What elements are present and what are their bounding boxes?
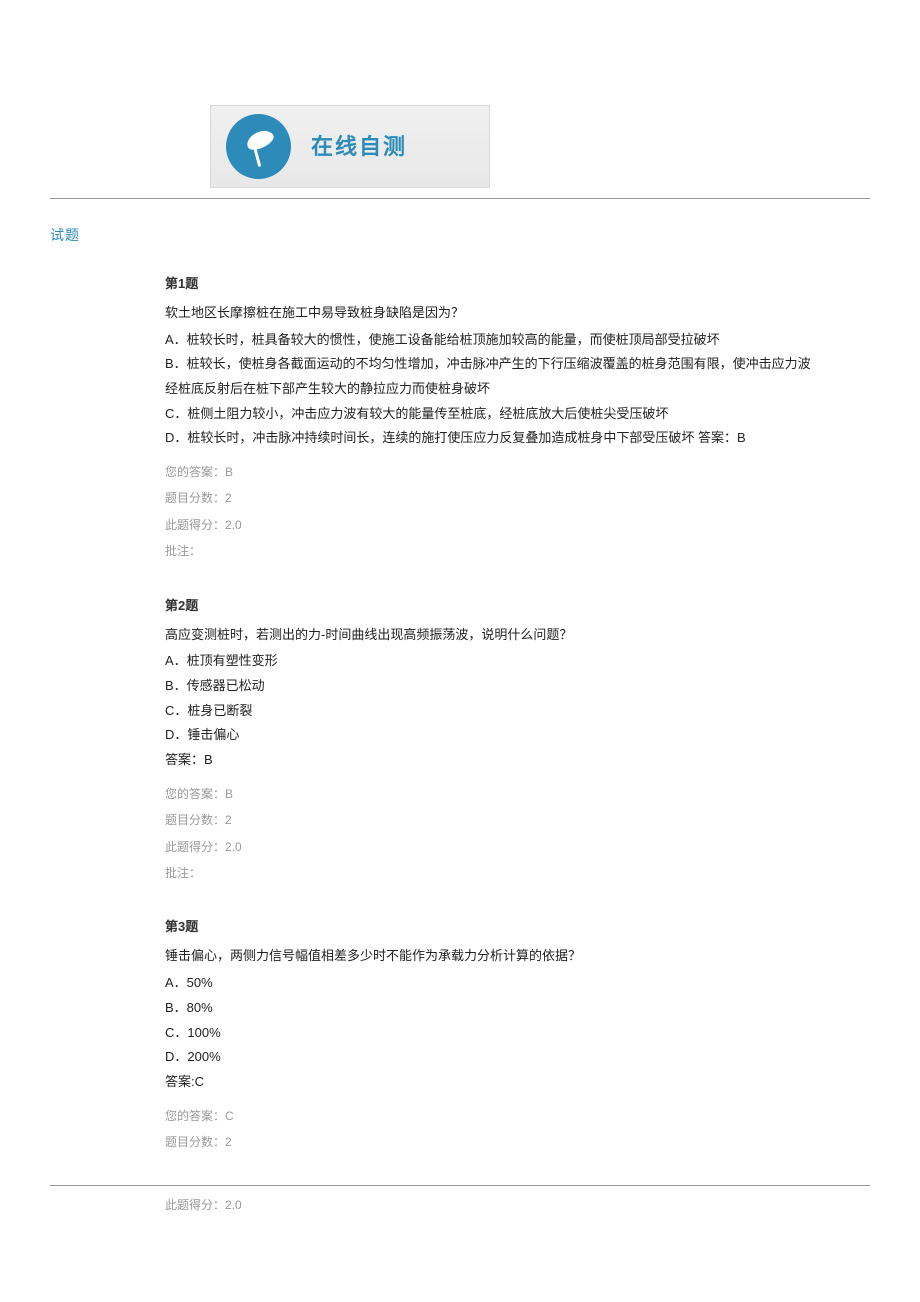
question-meta: 您的答案：B 题目分数：2 此题得分：2.0 批注： [165,459,815,565]
got-score-row: 此题得分：2.0 [165,1192,815,1218]
your-answer-row: 您的答案：C [165,1103,815,1129]
question-meta-tail: 此题得分：2.0 [165,1192,815,1218]
answer-label: 答案： [165,752,204,767]
score-label: 题目分数： [165,813,225,827]
question-number: 第1题 [165,273,815,295]
banner-wrap: 在线自测 [50,105,870,188]
got-score-label: 此题得分： [165,1198,225,1212]
question-number: 第3题 [165,916,815,938]
divider-bottom [50,1185,870,1186]
banner: 在线自测 [210,105,490,188]
your-answer-label: 您的答案： [165,787,225,801]
section-title: 试题 [50,224,870,248]
answer-row: 答案：B [165,748,815,773]
question-number: 第2题 [165,595,815,617]
option-a: A．桩顶有塑性变形 [165,649,815,674]
got-score-value: 2.0 [225,1198,242,1212]
your-answer-value: C [225,1109,234,1123]
question-block-3: 第3题 锤击偏心，两侧力信号幅值相差多少时不能作为承载力分析计算的依据？ A．5… [165,916,815,1155]
remark-row: 批注： [165,860,815,886]
score-label: 题目分数： [165,491,225,505]
your-answer-label: 您的答案： [165,1109,225,1123]
option-b: B．传感器已松动 [165,674,815,699]
score-row: 题目分数：2 [165,807,815,833]
option-a: A．桩较长时，桩具备较大的惯性，使施工设备能给桩顶施加较高的能量，而使桩顶局部受… [165,328,815,353]
question-prompt: 软土地区长摩擦桩在施工中易导致桩身缺陷是因为？ [165,301,815,326]
option-c: C．桩身已断裂 [165,699,815,724]
question-block-1: 第1题 软土地区长摩擦桩在施工中易导致桩身缺陷是因为？ A．桩较长时，桩具备较大… [165,273,815,565]
banner-title: 在线自测 [311,128,407,165]
mouse-icon [226,114,291,179]
your-answer-row: 您的答案：B [165,781,815,807]
score-value: 2 [225,1135,232,1149]
got-score-row: 此题得分：2.0 [165,834,815,860]
option-d: D．桩较长时，冲击脉冲持续时间长，连续的施打使压应力反复叠加造成桩身中下部受压破… [165,426,815,451]
score-value: 2 [225,813,232,827]
option-a: A．50% [165,971,815,996]
question-prompt: 高应变测桩时，若测出的力-时间曲线出现高频振荡波，说明什么问题？ [165,623,815,648]
got-score-row: 此题得分：2.0 [165,512,815,538]
your-answer-value: B [225,465,233,479]
question-prompt: 锤击偏心，两侧力信号幅值相差多少时不能作为承载力分析计算的依据？ [165,944,815,969]
question-meta: 您的答案：B 题目分数：2 此题得分：2.0 批注： [165,781,815,887]
score-row: 题目分数：2 [165,485,815,511]
option-d: D．锤击偏心 [165,723,815,748]
remark-row: 批注： [165,538,815,564]
answer-value: B [204,752,213,767]
got-score-label: 此题得分： [165,840,225,854]
answer-row: 答案:C [165,1070,815,1095]
answer-label: 答案: [165,1074,195,1089]
option-c: C．100% [165,1021,815,1046]
option-c: C．桩侧土阻力较小，冲击应力波有较大的能量传至桩底，经桩底放大后使桩尖受压破坏 [165,402,815,427]
got-score-value: 2.0 [225,518,242,532]
score-value: 2 [225,491,232,505]
divider-top [50,198,870,199]
question-block-2: 第2题 高应变测桩时，若测出的力-时间曲线出现高频振荡波，说明什么问题？ A．桩… [165,595,815,887]
your-answer-value: B [225,787,233,801]
question-block-3-tail: 此题得分：2.0 [165,1192,815,1218]
score-row: 题目分数：2 [165,1129,815,1155]
question-meta: 您的答案：C 题目分数：2 [165,1103,815,1156]
your-answer-row: 您的答案：B [165,459,815,485]
option-d: D．200% [165,1045,815,1070]
got-score-label: 此题得分： [165,518,225,532]
score-label: 题目分数： [165,1135,225,1149]
answer-value: C [195,1074,204,1089]
got-score-value: 2.0 [225,840,242,854]
option-b: B．桩较长，使桩身各截面运动的不均匀性增加，冲击脉冲产生的下行压缩波覆盖的桩身范… [165,352,815,401]
option-b: B．80% [165,996,815,1021]
your-answer-label: 您的答案： [165,465,225,479]
